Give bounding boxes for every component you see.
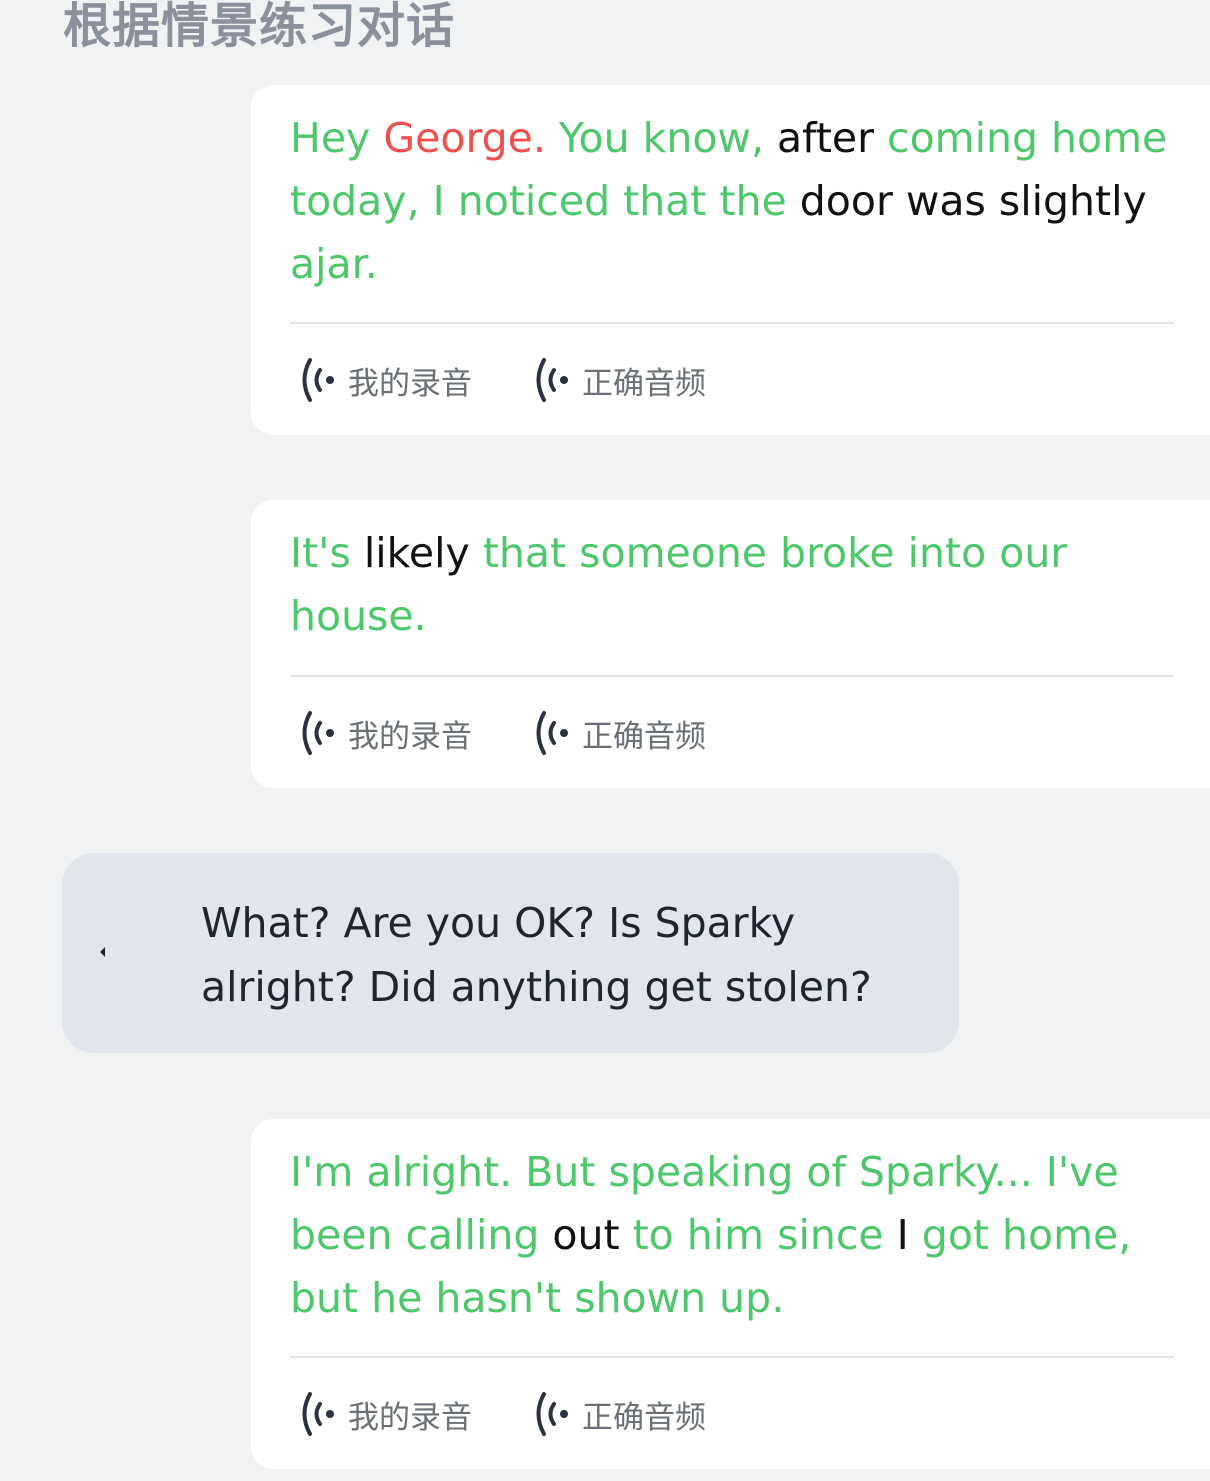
sound-wave-icon xyxy=(298,710,344,756)
my-recording-label: 我的录音 xyxy=(348,365,472,402)
correct-audio-label: 正确音频 xyxy=(582,718,706,755)
correct-audio-label: 正确音频 xyxy=(582,1399,706,1436)
scored-word: to him since xyxy=(619,1211,897,1259)
page-title: 根据情景练习对话 xyxy=(63,0,456,54)
sound-wave-icon xyxy=(298,1391,344,1437)
sound-wave-icon xyxy=(298,357,344,403)
scored-word: likely xyxy=(363,529,470,577)
my-recording-button[interactable]: 我的录音 xyxy=(298,357,472,403)
sentence-text: Hey George. You know, after coming home … xyxy=(290,107,1190,296)
my-recording-button[interactable]: 我的录音 xyxy=(298,1391,472,1437)
play-indicator-icon[interactable] xyxy=(90,929,120,975)
sentence-text: It's likely that someone broke into our … xyxy=(290,522,1190,648)
dialogue-card-2: It's likely that someone broke into our … xyxy=(251,500,1210,788)
scored-word: You know, xyxy=(545,114,778,162)
my-recording-label: 我的录音 xyxy=(348,718,472,755)
dialogue-card-1: Hey George. You know, after coming home … xyxy=(251,85,1210,435)
correct-audio-label: 正确音频 xyxy=(582,365,706,402)
scored-word: I xyxy=(896,1211,909,1259)
sound-wave-icon xyxy=(532,1391,578,1437)
sentence-text: I'm alright. But speaking of Sparky... I… xyxy=(290,1141,1190,1330)
correct-audio-button[interactable]: 正确音频 xyxy=(532,357,706,403)
correct-audio-button[interactable]: 正确音频 xyxy=(532,710,706,756)
scored-word: It's xyxy=(290,529,364,577)
scored-word: door was slightly xyxy=(799,177,1147,225)
my-recording-button[interactable]: 我的录音 xyxy=(298,710,472,756)
scored-word: after xyxy=(777,114,875,162)
scored-word: ajar. xyxy=(290,240,378,288)
my-recording-label: 我的录音 xyxy=(348,1399,472,1436)
divider xyxy=(290,675,1174,677)
divider xyxy=(290,1356,1174,1358)
partner-message-text: What? Are you OK? Is Sparky alright? Did… xyxy=(201,899,872,1011)
sound-wave-icon xyxy=(532,357,578,403)
divider xyxy=(290,322,1174,324)
sound-wave-icon xyxy=(532,710,578,756)
correct-audio-button[interactable]: 正确音频 xyxy=(532,1391,706,1437)
scored-word: George. xyxy=(383,114,546,162)
scored-word: Hey xyxy=(290,114,384,162)
dialogue-card-3: I'm alright. But speaking of Sparky... I… xyxy=(251,1119,1210,1469)
scored-word: out xyxy=(552,1211,620,1259)
